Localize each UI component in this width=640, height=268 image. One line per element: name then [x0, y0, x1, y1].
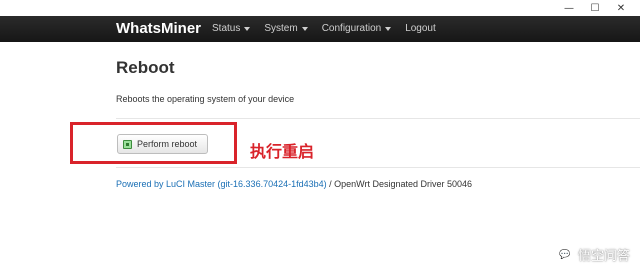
nav-configuration[interactable]: Configuration	[321, 16, 392, 42]
nav-system[interactable]: System	[264, 16, 308, 42]
annotation-highlight-box	[70, 122, 237, 164]
watermark-text: 悟空问答	[577, 249, 630, 264]
window-titlebar: — ☐ ✕	[0, 0, 640, 16]
luci-link[interactable]: Powered by LuCI Master (git-16.336.70424…	[116, 179, 327, 189]
footer-text: / OpenWrt Designated Driver 50046	[326, 179, 473, 189]
window-controls: — ☐ ✕	[556, 0, 634, 16]
nav-status-label: Status	[212, 23, 241, 34]
page-title: Reboot	[116, 58, 175, 77]
caret-down-icon	[301, 27, 308, 31]
minimize-icon[interactable]: —	[556, 0, 582, 16]
divider	[116, 118, 640, 119]
watermark: 💬 悟空问答	[556, 245, 630, 264]
caret-down-icon	[244, 27, 251, 31]
nav-status[interactable]: Status	[212, 16, 251, 42]
annotation-label: 执行重启	[250, 142, 315, 161]
divider	[116, 167, 640, 168]
caret-down-icon	[385, 27, 392, 31]
nav-logout[interactable]: Logout	[405, 16, 436, 42]
close-icon[interactable]: ✕	[608, 0, 634, 16]
nav-system-label: System	[264, 23, 298, 34]
main-nav: Status System Configuration Logout	[212, 16, 450, 42]
maximize-icon[interactable]: ☐	[582, 0, 608, 16]
speech-bubble-icon: 💬	[556, 246, 573, 263]
brand-logo[interactable]: WhatsMiner	[116, 20, 201, 37]
page-description: Reboots the operating system of your dev…	[116, 94, 295, 104]
page-footer: Powered by LuCI Master (git-16.336.70424…	[116, 179, 472, 189]
nav-configuration-label: Configuration	[321, 23, 382, 34]
top-navbar: WhatsMiner Status System Configuration L…	[0, 16, 640, 42]
nav-logout-label: Logout	[405, 23, 436, 34]
